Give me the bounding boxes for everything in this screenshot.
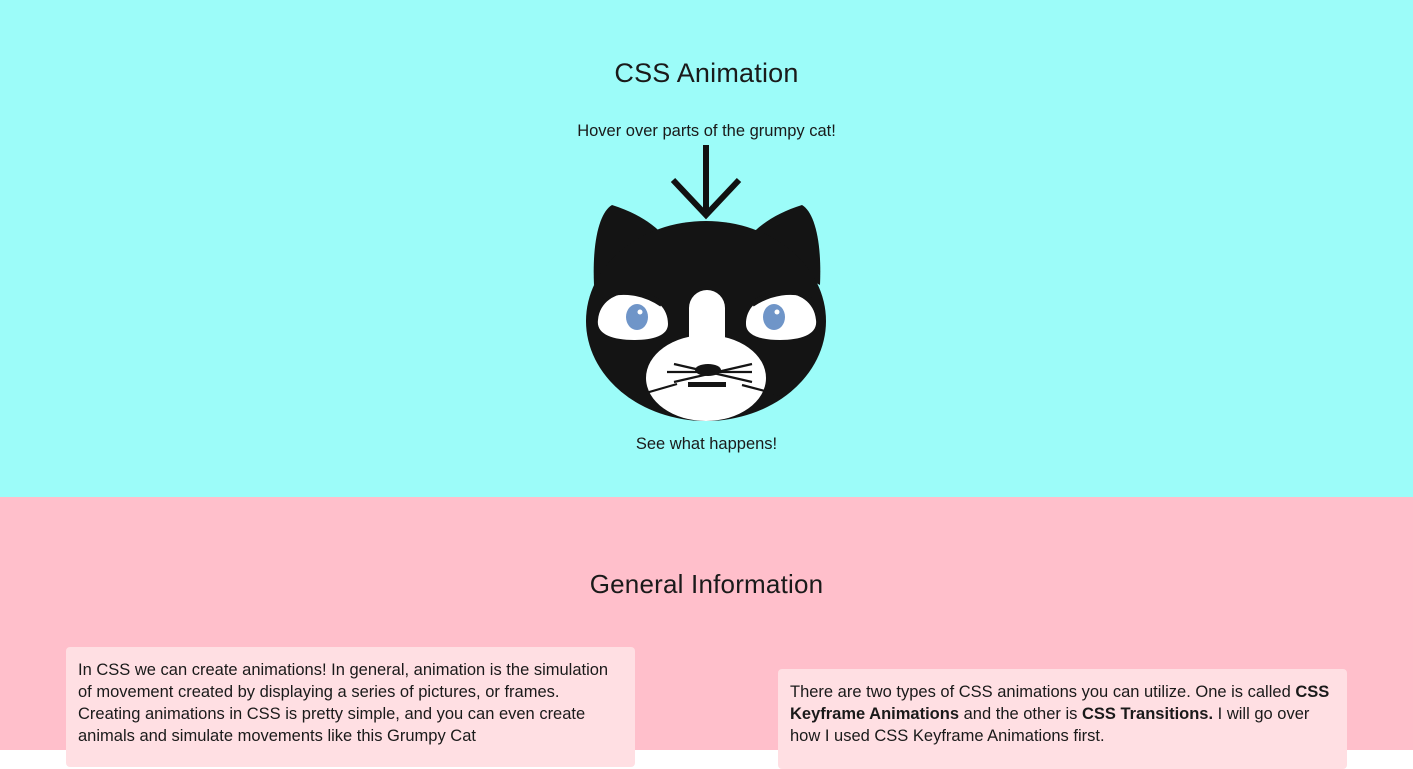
cat-mouth[interactable] [688,382,726,387]
transitions-term: CSS Transitions. [1081,705,1214,723]
general-info-section: General Information In CSS we can create… [0,497,1413,769]
types-text-part: and the other is [959,705,1082,723]
intro-text: In CSS we can create animations! In gene… [78,661,609,745]
types-text-part: There are two types of CSS animations yo… [790,683,1296,701]
hover-caption: See what happens! [635,435,778,453]
info-card-intro: In CSS we can create animations! In gene… [66,647,635,767]
info-card-types: There are two types of CSS animations yo… [778,669,1347,769]
hero-section: CSS Animation Hover over parts of the gr… [0,0,1413,497]
section-title: General Information [589,569,824,599]
types-text: There are two types of CSS animations yo… [790,681,1335,747]
hover-instruction: Hover over parts of the grumpy cat! [577,122,836,140]
grumpy-cat-icon[interactable] [582,200,832,430]
page-title: CSS Animation [614,58,799,88]
